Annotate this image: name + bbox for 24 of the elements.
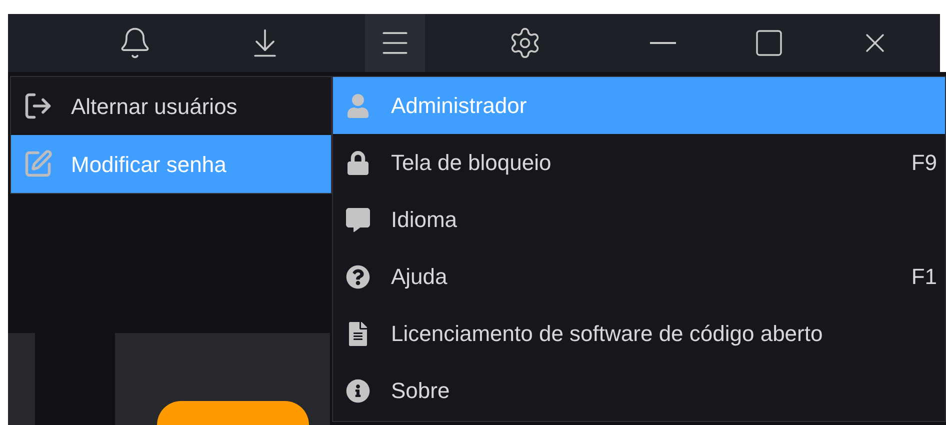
menu-item-label: Tela de bloqueio (391, 149, 552, 177)
menu-item-label: Sobre (391, 377, 451, 405)
menu-item-label: Licenciamento de software de código aberto (391, 320, 824, 348)
user-icon (346, 94, 370, 118)
maximize-icon (753, 27, 785, 59)
menu-item-label: Ajuda (391, 263, 448, 291)
lock-icon (346, 150, 370, 174)
menu-item-label: Idioma (391, 206, 458, 234)
menu-item[interactable]: Tela de bloqueio F9 (333, 134, 945, 191)
menu-item[interactable]: Licenciamento de software de código aberto (333, 305, 945, 362)
menu-item[interactable]: Ajuda F1 (333, 248, 945, 305)
speech-bubble-icon (346, 208, 370, 232)
minimize-icon (650, 42, 676, 44)
shortcut-label: F9 (911, 149, 937, 177)
document-icon (346, 322, 370, 346)
edit-icon (23, 149, 53, 179)
menu-item[interactable]: Sobre (333, 362, 945, 419)
info-icon (346, 378, 370, 402)
menu-item[interactable]: Idioma (333, 191, 945, 248)
menu-item-label: Administrador (391, 92, 528, 120)
toolbar-button[interactable] (365, 14, 425, 72)
submenu-item[interactable]: Alternar usuários (11, 77, 331, 135)
help-icon (346, 264, 370, 288)
shortcut-label: F1 (911, 263, 937, 291)
